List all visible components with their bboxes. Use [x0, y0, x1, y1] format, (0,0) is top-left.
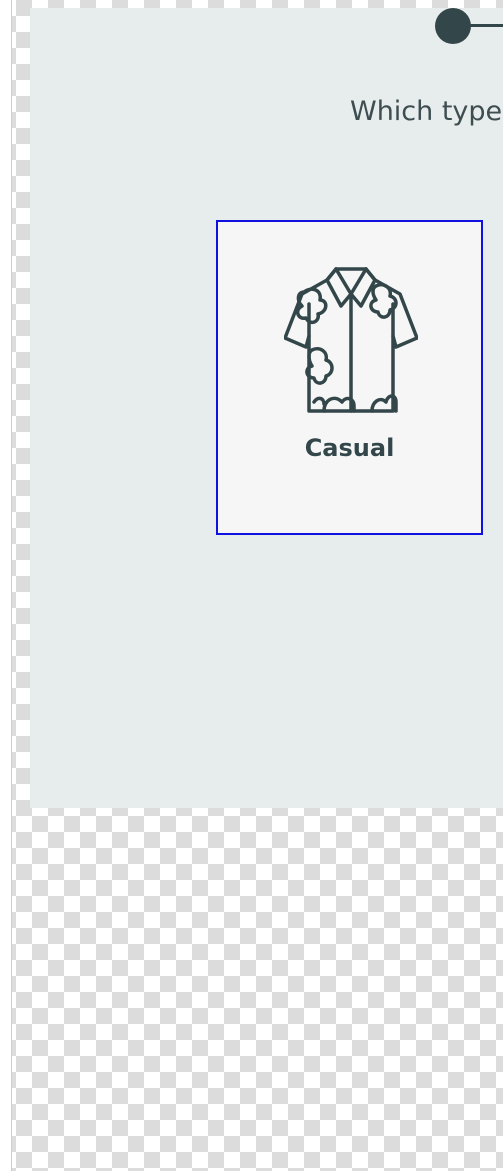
hawaiian-shirt-icon — [284, 267, 418, 413]
progress-line — [470, 24, 503, 27]
option-card-casual[interactable]: Casual — [216, 220, 483, 535]
option-label-casual: Casual — [304, 434, 395, 462]
left-edge-strip — [0, 0, 11, 1171]
progress-step-dot — [435, 8, 471, 44]
question-heading: Which type — [350, 96, 503, 127]
left-edge-divider — [11, 0, 12, 1171]
